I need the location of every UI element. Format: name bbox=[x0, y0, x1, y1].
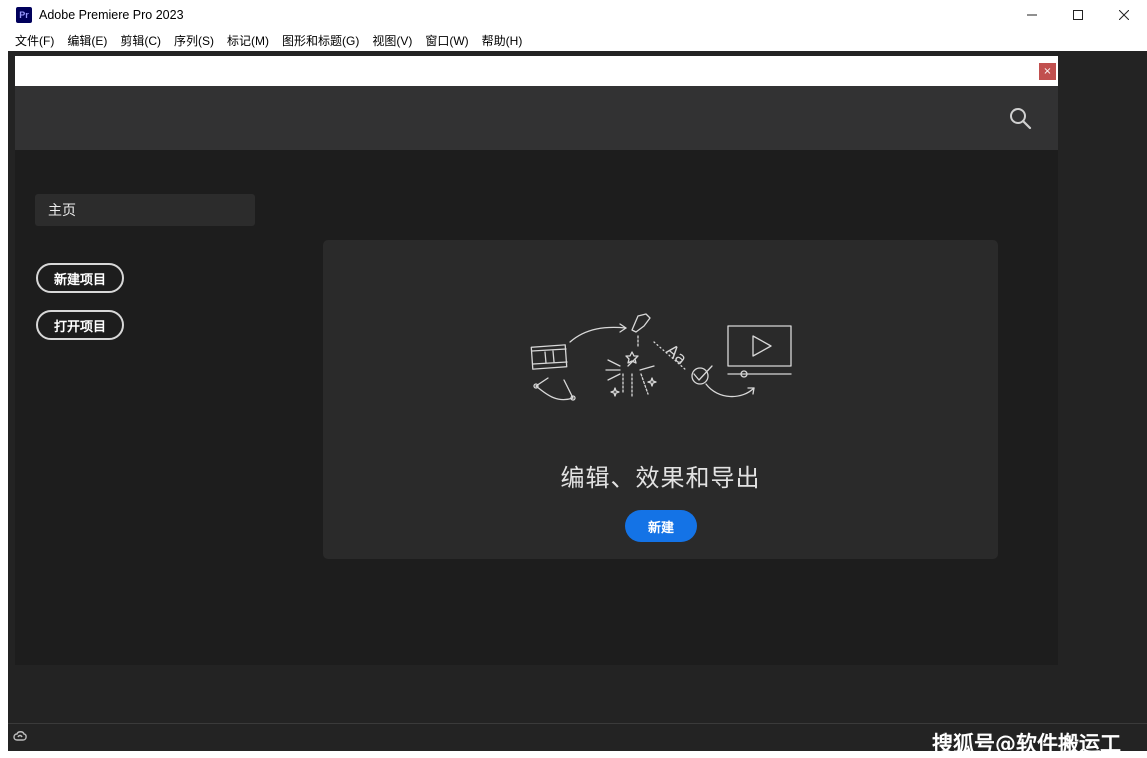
title-bar: Pr Adobe Premiere Pro 2023 bbox=[0, 0, 1147, 30]
menu-sequence[interactable]: 序列(S) bbox=[167, 32, 220, 49]
dialog-top-strip: × bbox=[15, 56, 1058, 86]
dialog-header bbox=[15, 86, 1058, 150]
menu-clip[interactable]: 剪辑(C) bbox=[113, 32, 167, 49]
dialog-close-button[interactable]: × bbox=[1039, 63, 1056, 80]
menu-edit[interactable]: 编辑(E) bbox=[60, 32, 113, 49]
window-title: Adobe Premiere Pro 2023 bbox=[39, 8, 184, 22]
minimize-button[interactable] bbox=[1009, 0, 1055, 30]
new-project-button[interactable]: 新建项目 bbox=[36, 263, 124, 293]
new-button[interactable]: 新建 bbox=[625, 510, 697, 542]
close-window-button[interactable] bbox=[1101, 0, 1147, 30]
edit-effects-export-card: Aa 编辑、效果和导出 新建 bbox=[323, 240, 998, 559]
video-player-icon bbox=[727, 325, 792, 378]
search-icon[interactable] bbox=[1008, 106, 1032, 130]
window-controls bbox=[1009, 0, 1147, 30]
bezier-path-icon bbox=[533, 377, 576, 401]
watermark-text: 搜狐号@软件搬运工 bbox=[932, 732, 1121, 756]
menu-window[interactable]: 窗口(W) bbox=[418, 32, 474, 49]
arrow-icon bbox=[569, 326, 627, 343]
menu-view[interactable]: 视图(V) bbox=[365, 32, 418, 49]
minimize-icon bbox=[1027, 14, 1037, 16]
pen-hand-icon bbox=[631, 313, 651, 333]
menu-file[interactable]: 文件(F) bbox=[8, 32, 60, 49]
menu-graphics-titles[interactable]: 图形和标题(G) bbox=[275, 32, 365, 49]
maximize-icon bbox=[1073, 10, 1083, 20]
maximize-button[interactable] bbox=[1055, 0, 1101, 30]
sidebar-item-home[interactable]: 主页 bbox=[35, 194, 255, 226]
workflow-illustration: Aa bbox=[530, 313, 792, 401]
home-dialog: × 主页 新建项目 打开项目 Aa 编辑、效果和导出 新建 bbox=[15, 56, 1058, 665]
menu-bar: 文件(F) 编辑(E) 剪辑(C) 序列(S) 标记(M) 图形和标题(G) 视… bbox=[0, 30, 1147, 50]
typography-aa: Aa bbox=[663, 340, 691, 368]
sparkle-burst-icon bbox=[605, 351, 657, 399]
open-project-button[interactable]: 打开项目 bbox=[36, 310, 124, 340]
menu-help[interactable]: 帮助(H) bbox=[475, 32, 529, 49]
premiere-app-icon: Pr bbox=[16, 7, 32, 23]
creative-cloud-icon[interactable] bbox=[12, 729, 28, 743]
menu-markers[interactable]: 标记(M) bbox=[220, 32, 275, 49]
film-strip-icon bbox=[530, 344, 568, 370]
card-title: 编辑、效果和导出 bbox=[560, 464, 761, 492]
close-icon bbox=[1119, 10, 1129, 20]
